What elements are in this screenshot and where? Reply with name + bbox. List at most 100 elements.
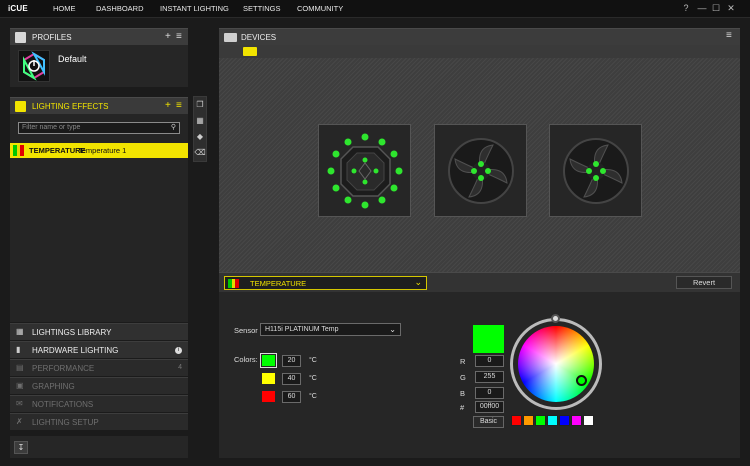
effect-editor: Sensor H115i PLATINUM Temp ⌄ Colors: 20 …: [219, 292, 740, 458]
devices-header: DEVICES ≡: [219, 28, 740, 45]
minimize-button[interactable]: —: [697, 3, 707, 13]
g-label: G: [460, 373, 466, 382]
notifications-icon: ✉: [16, 399, 23, 408]
notifications-label: NOTIFICATIONS: [32, 400, 94, 409]
delete-icon[interactable]: ⌫: [194, 145, 206, 161]
copy-icon[interactable]: ❐: [194, 97, 206, 113]
lighting-setup-label: LIGHTING SETUP: [32, 418, 99, 427]
hardware-icon: ▮: [16, 345, 21, 354]
nav-dashboard[interactable]: DASHBOARD: [96, 4, 144, 13]
effect-type-select[interactable]: TEMPERATURE ⌄: [224, 276, 427, 290]
preset-magenta[interactable]: [571, 415, 582, 426]
performance-row[interactable]: ▤ PERFORMANCE 4: [10, 359, 188, 376]
app-logo: iCUE: [8, 4, 28, 13]
filter-input[interactable]: Filter name or type ⚲: [18, 122, 180, 134]
preset-blue[interactable]: [559, 415, 570, 426]
maximize-button[interactable]: ☐: [711, 3, 721, 13]
info-icon[interactable]: i: [175, 347, 182, 354]
performance-label: PERFORMANCE: [32, 364, 95, 373]
color-stop-1-unit: °C: [309, 357, 317, 364]
lighting-setup-row[interactable]: ✗ LIGHTING SETUP: [10, 413, 188, 430]
profiles-menu-icon[interactable]: ≡: [176, 31, 182, 42]
color-stop-2-unit: °C: [309, 375, 317, 382]
nav-instant-lighting[interactable]: INSTANT LIGHTING: [160, 4, 229, 13]
lighting-effects-list: Filter name or type ⚲ TEMPERATURE Temper…: [10, 114, 188, 322]
color-stop-3-swatch[interactable]: [262, 391, 275, 402]
color-wheel-spectrum[interactable]: [518, 326, 594, 402]
preset-orange[interactable]: [523, 415, 534, 426]
color-stop-3-temp[interactable]: 60: [282, 391, 301, 403]
devices-menu-icon[interactable]: ≡: [726, 30, 732, 41]
revert-button[interactable]: Revert: [676, 276, 732, 289]
library-icon: ▦: [16, 327, 24, 336]
add-effect-button[interactable]: +: [165, 100, 171, 111]
lighting-effects-header: LIGHTING EFFECTS + ≡: [10, 97, 188, 114]
brightness-handle[interactable]: [551, 314, 560, 323]
move-icon[interactable]: ◆: [194, 129, 206, 145]
performance-icon: ▤: [16, 363, 24, 372]
profiles-list: Default: [10, 45, 188, 87]
hardware-lighting-label: HARDWARE LIGHTING: [32, 346, 119, 355]
left-footer: [10, 436, 188, 458]
color-stop-2-swatch[interactable]: [262, 373, 275, 384]
preset-white[interactable]: [583, 415, 594, 426]
close-button[interactable]: ✕: [726, 3, 736, 13]
pump-head[interactable]: [318, 124, 411, 217]
preset-green[interactable]: [535, 415, 546, 426]
profiles-icon: [15, 32, 26, 43]
colors-label: Colors:: [234, 355, 258, 364]
color-stop-2-temp[interactable]: 40: [282, 373, 301, 385]
fan-2[interactable]: [549, 124, 642, 217]
top-bar: iCUE HOME DASHBOARD INSTANT LIGHTING SET…: [0, 0, 750, 18]
notifications-row[interactable]: ✉ NOTIFICATIONS: [10, 395, 188, 412]
basic-button[interactable]: Basic: [473, 416, 504, 428]
effect-select-swatch: [228, 279, 240, 288]
filter-placeholder: Filter name or type: [22, 124, 81, 131]
effect-bar: TEMPERATURE ⌄ Revert: [219, 272, 740, 292]
color-stop-3-unit: °C: [309, 393, 317, 400]
profile-default-icon[interactable]: [18, 50, 50, 82]
r-input[interactable]: 0: [475, 355, 504, 367]
hardware-lighting-row[interactable]: ▮ HARDWARE LIGHTING i: [10, 341, 188, 358]
color-stop-1-temp[interactable]: 20: [282, 355, 301, 367]
hex-input[interactable]: 00ff00: [475, 401, 504, 413]
profiles-header: PROFILES + ≡: [10, 28, 188, 45]
graphing-label: GRAPHING: [32, 382, 75, 391]
color-wheel[interactable]: [510, 314, 602, 410]
lighting-effects-title: LIGHTING EFFECTS: [32, 102, 109, 111]
effect-select-value: TEMPERATURE: [250, 279, 307, 288]
graphing-row[interactable]: ▣ GRAPHING: [10, 377, 188, 394]
device-cooler-icon[interactable]: [243, 47, 257, 56]
effect-item-temperature[interactable]: TEMPERATURE Temperature 1: [10, 143, 188, 158]
duplicate-icon[interactable]: ▦: [194, 113, 206, 129]
r-label: R: [460, 357, 466, 366]
nav-settings[interactable]: SETTINGS: [243, 4, 281, 13]
hex-label: #: [460, 403, 465, 412]
wrench-icon: ✗: [16, 417, 23, 426]
add-profile-button[interactable]: +: [165, 31, 171, 42]
profile-default-name[interactable]: Default: [58, 54, 87, 64]
chevron-down-icon: ⌄: [389, 325, 396, 334]
color-stop-1-swatch[interactable]: [260, 353, 277, 368]
lighting-library-row[interactable]: ▦ LIGHTINGS LIBRARY: [10, 323, 188, 340]
lightning-icon: [15, 101, 26, 112]
g-input[interactable]: 255: [475, 371, 504, 383]
device-canvas: [219, 58, 740, 272]
nav-community[interactable]: COMMUNITY: [297, 4, 343, 13]
color-picker-handle[interactable]: [576, 375, 587, 386]
color-preview: [473, 325, 504, 353]
sensor-label: Sensor: [234, 326, 258, 335]
effect-tools: ❐ ▦ ◆ ⌫: [193, 96, 207, 162]
effects-menu-icon[interactable]: ≡: [176, 100, 182, 111]
nav-home[interactable]: HOME: [53, 4, 76, 13]
search-icon: ⚲: [170, 124, 176, 131]
download-icon[interactable]: ↧: [14, 441, 28, 454]
sensor-select[interactable]: H115i PLATINUM Temp ⌄: [260, 323, 401, 336]
effect-swatch: [13, 145, 25, 156]
performance-count: 4: [178, 364, 182, 371]
fan-1[interactable]: [434, 124, 527, 217]
help-icon[interactable]: ?: [681, 3, 691, 13]
b-input[interactable]: 0: [475, 387, 504, 399]
preset-red[interactable]: [511, 415, 522, 426]
preset-cyan[interactable]: [547, 415, 558, 426]
